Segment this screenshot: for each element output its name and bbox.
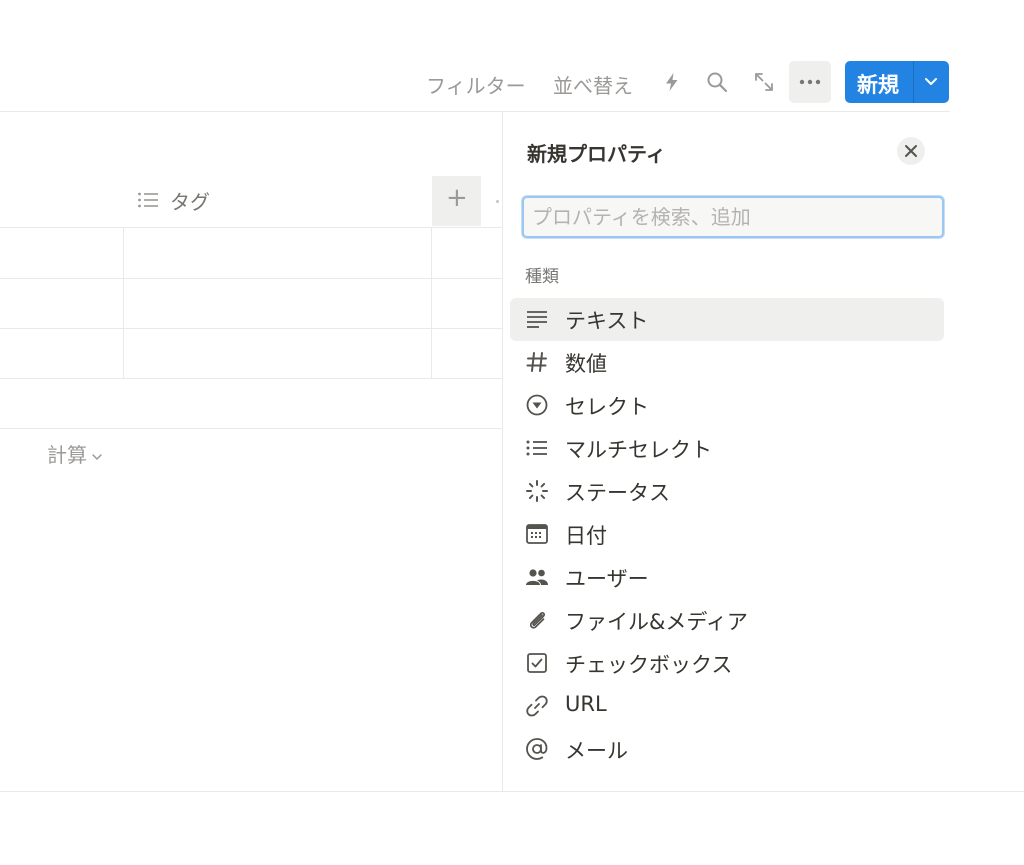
status-spinner-icon — [526, 480, 548, 502]
sort-button[interactable]: 並べ替え — [553, 70, 633, 99]
type-item-checkbox[interactable]: チェックボックス — [510, 642, 944, 685]
property-search-input[interactable] — [522, 196, 944, 238]
type-item-label: セレクト — [565, 395, 649, 419]
paperclip-icon — [529, 612, 545, 629]
type-item-select[interactable]: セレクト — [510, 384, 944, 427]
at-icon — [526, 738, 548, 760]
table-cell-divider — [431, 227, 432, 378]
list-icon — [138, 192, 158, 208]
type-item-text[interactable]: テキスト — [510, 298, 944, 341]
table-row-divider — [0, 278, 502, 279]
type-item-label: ファイル&メディア — [565, 610, 748, 634]
select-circle-icon — [526, 394, 548, 416]
new-property-panel: 新規プロパティ 種類 テキスト 数値 セレクト — [502, 112, 951, 792]
type-item-label: URL — [565, 692, 607, 716]
type-section-label: 種類 — [525, 267, 559, 287]
calculate-button[interactable]: 計算 — [47, 439, 103, 468]
search-icon[interactable] — [706, 71, 728, 93]
list-icon — [526, 440, 547, 456]
close-icon — [905, 145, 917, 157]
more-icon — [799, 79, 821, 85]
overflow-dot — [496, 200, 499, 203]
checkbox-icon — [527, 653, 547, 673]
chevron-down-icon[interactable] — [923, 73, 939, 89]
type-item-files[interactable]: ファイル&メディア — [510, 599, 944, 642]
table-row-divider — [0, 328, 502, 329]
type-item-email[interactable]: メール — [510, 728, 944, 771]
type-item-url[interactable]: URL — [510, 685, 944, 728]
lightning-icon[interactable] — [661, 71, 683, 93]
type-item-date[interactable]: 日付 — [510, 513, 944, 556]
type-item-label: ユーザー — [565, 567, 649, 591]
bottom-divider — [0, 791, 1024, 792]
type-item-label: チェックボックス — [565, 653, 733, 677]
table-row-divider — [0, 227, 502, 228]
table-cell-divider — [123, 227, 124, 378]
people-icon — [526, 569, 548, 585]
chevron-down-icon — [92, 453, 102, 460]
expand-icon[interactable] — [753, 71, 775, 93]
table-row-divider — [0, 378, 502, 379]
plus-icon: + — [446, 183, 468, 213]
text-lines-icon — [527, 311, 547, 328]
hash-icon — [526, 352, 547, 372]
type-item-multi-select[interactable]: マルチセレクト — [510, 427, 944, 470]
type-item-number[interactable]: 数値 — [510, 341, 944, 384]
table-footer-divider — [0, 428, 502, 429]
calendar-icon — [526, 524, 548, 544]
type-item-label: マルチセレクト — [565, 438, 712, 462]
type-item-label: 日付 — [565, 524, 607, 548]
more-button[interactable] — [789, 61, 831, 103]
new-button-divider — [913, 61, 914, 103]
add-column-button[interactable]: + — [432, 176, 481, 226]
column-header-label: タグ — [170, 190, 210, 214]
new-button-label: 新規 — [857, 73, 899, 97]
type-item-label: 数値 — [565, 352, 607, 376]
panel-title: 新規プロパティ — [527, 142, 666, 166]
type-item-label: テキスト — [565, 309, 649, 333]
type-item-status[interactable]: ステータス — [510, 470, 944, 513]
type-item-person[interactable]: ユーザー — [510, 556, 944, 599]
new-button[interactable]: 新規 — [845, 61, 949, 103]
view-toolbar: フィルター 並べ替え 新規 — [0, 60, 950, 104]
close-button[interactable] — [897, 137, 925, 165]
type-item-label: メール — [565, 739, 628, 763]
calculate-label: 計算 — [47, 443, 87, 467]
link-icon — [526, 695, 548, 717]
filter-button[interactable]: フィルター — [426, 70, 526, 99]
type-item-label: ステータス — [565, 481, 670, 505]
